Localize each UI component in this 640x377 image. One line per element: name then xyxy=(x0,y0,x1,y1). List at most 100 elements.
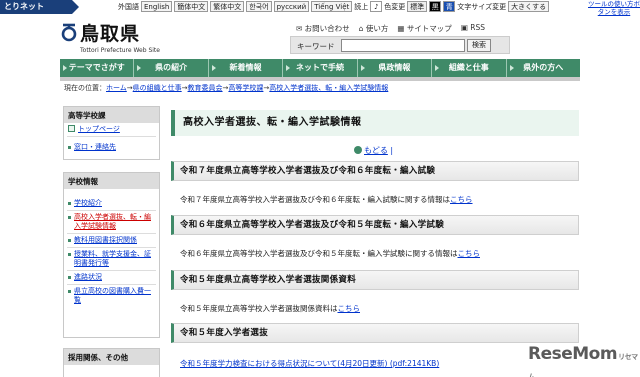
text-size-large-button[interactable]: 大きくする xyxy=(508,1,550,12)
breadcrumb-prefix: 現在の位置： xyxy=(64,84,106,92)
bullet-icon xyxy=(68,290,71,293)
sidebar-top-page-link[interactable]: トップページ xyxy=(64,123,159,136)
breadcrumb: 現在の位置：ホーム→県の組織と仕事→教育委員会→高等学校課→高校入学者選抜、転・… xyxy=(64,83,388,93)
lang-korean-button[interactable]: 한국어 xyxy=(246,1,272,12)
section-text-r7: 令和７年度県立高等学校入学者選抜及び令和６年度転・編入試験に関する情報はこちら xyxy=(180,194,473,205)
sidebar-item-textbook[interactable]: 教科用図書採択関係 xyxy=(64,234,159,247)
nav-prefecture-intro[interactable]: 県の紹介 xyxy=(134,59,209,77)
color-black-button[interactable]: 黒 xyxy=(429,1,442,12)
nav-organization[interactable]: 組織と仕事 xyxy=(432,59,507,77)
nav-arrow-icon xyxy=(360,65,365,71)
sidebar-item-entrance-exam[interactable]: 高校入学者選抜、転・編入学試験情報 xyxy=(64,211,159,233)
sidebar-item-label: 進路状況 xyxy=(74,273,102,281)
sidebar-item-tuition[interactable]: 授業料、就学支援金、証明書発行等 xyxy=(64,248,159,270)
header-links: ✉ お問い合わせ ⌂ 使い方 ▦ サイトマップ ▣ RSS xyxy=(296,23,485,34)
section-heading-r5-materials: 令和５年度県立高等学校入学者選抜関係資料 xyxy=(171,270,579,290)
sidebar-recruitment-title: 採用関係、その他 xyxy=(64,349,159,365)
sidebar-item-career[interactable]: 進路状況 xyxy=(64,271,159,284)
nav-label: 新着情報 xyxy=(229,63,262,72)
section-link-r5[interactable]: こちら xyxy=(338,304,361,313)
contact-link[interactable]: ✉ お問い合わせ xyxy=(296,23,350,34)
sidebar-school-info-box: 学校情報 学校紹介 高校入学者選抜、転・編入学試験情報 教科用図書採択関係 授業… xyxy=(63,172,160,338)
sidebar-item-label: 授業料、就学支援金、証明書発行等 xyxy=(74,250,151,267)
section-text-body: 令和６年度県立高等学校入学者選抜及び令和５年度転・編入学試験に関する情報は xyxy=(180,249,458,258)
breadcrumb-high-school-div[interactable]: 高等学校課 xyxy=(228,84,263,92)
text-size-label: 文字サイズ変更 xyxy=(457,2,507,11)
section-text-r5-selection: 令和５年度学力検査における得点状況について(4月20日更新) (pdf:2141… xyxy=(180,358,439,369)
tool-usage-toggle[interactable]: ツールの使い方ボタンを表示 xyxy=(588,0,640,16)
nav-label: 県外の方へ xyxy=(523,63,564,72)
color-blue-button[interactable]: 青 xyxy=(443,1,456,12)
speaker-icon: ♪ xyxy=(370,1,383,12)
back-label: もどる xyxy=(364,146,388,155)
sidebar-recruitment-box: 採用関係、その他 xyxy=(63,348,160,377)
nav-arrow-icon xyxy=(509,65,514,71)
top-utility-bar: とりネット 外国語 English 簡体中文 繁体中文 한국어 русский … xyxy=(0,0,640,16)
sidebar-item-label: 教科用図書採択関係 xyxy=(74,236,137,244)
sidebar-item-school-intro[interactable]: 学校紹介 xyxy=(64,197,159,210)
contact-link-label: お問い合わせ xyxy=(304,24,350,33)
nav-prefectural-info[interactable]: 県政情報 xyxy=(358,59,433,77)
nav-news[interactable]: 新着情報 xyxy=(209,59,284,77)
nav-online-procedures[interactable]: ネットで手続 xyxy=(283,59,358,77)
section-link-r7[interactable]: こちら xyxy=(450,195,473,204)
search-button[interactable]: 検索 xyxy=(467,39,491,52)
sidebar-top-page-label: トップページ xyxy=(78,125,120,133)
sidebar-divider xyxy=(67,136,156,137)
sitemap-link-label: サイトマップ xyxy=(406,24,452,33)
bullet-icon xyxy=(68,202,71,205)
score-status-pdf-link[interactable]: 令和５年度学力検査における得点状況について(4月20日更新) (pdf:2141… xyxy=(180,359,439,368)
bullet-icon xyxy=(68,276,71,279)
howto-link-label: 使い方 xyxy=(365,24,389,33)
foreign-language-label: 外国語 xyxy=(118,2,139,11)
search-input[interactable] xyxy=(341,39,465,52)
lang-russian-button[interactable]: русский xyxy=(273,1,310,12)
lang-english-button[interactable]: English xyxy=(141,1,173,12)
bullet-icon xyxy=(68,216,71,219)
resemom-watermark: ReseMomリセマム xyxy=(528,344,640,377)
breadcrumb-home[interactable]: ホーム xyxy=(106,84,127,92)
section-text-body: 令和５年度県立高等学校入学者選抜関係資料は xyxy=(180,304,338,313)
sidebar-item-label: 県立高校の図書購入費一覧 xyxy=(74,287,151,304)
section-heading-r6: 令和６年度県立高等学校入学者選抜及び令和５年度転・編入学試験 xyxy=(171,215,579,235)
lang-traditional-chinese-button[interactable]: 繁体中文 xyxy=(210,1,245,12)
rss-link[interactable]: ▣ RSS xyxy=(461,23,485,34)
sidebar-contact-link[interactable]: 窓口・連絡先 xyxy=(64,141,159,154)
breadcrumb-board-of-education[interactable]: 教育委員会 xyxy=(188,84,223,92)
nav-divider xyxy=(60,77,580,81)
brand-arrow xyxy=(72,0,79,14)
howto-link[interactable]: ⌂ 使い方 xyxy=(359,23,389,34)
section-link-r6[interactable]: こちら xyxy=(458,249,481,258)
sidebar-item-label: 高校入学者選抜、転・編入学試験情報 xyxy=(74,213,151,230)
lang-vietnamese-button[interactable]: Tiếng Việt xyxy=(311,1,353,12)
section-text-r6: 令和６年度県立高等学校入学者選抜及び令和５年度転・編入学試験に関する情報はこちら xyxy=(180,248,480,259)
back-circle-icon xyxy=(354,146,362,154)
search-label: キーワード xyxy=(297,42,335,51)
back-link[interactable]: もどる | xyxy=(354,145,393,156)
sidebar-contact-label: 窓口・連絡先 xyxy=(74,143,116,151)
home-icon xyxy=(68,125,75,132)
section-heading-r5-selection: 令和５年度入学者選抜 xyxy=(171,323,579,343)
nav-outside-visitors[interactable]: 県外の方へ xyxy=(507,59,580,77)
nav-theme-search[interactable]: テーマでさがす xyxy=(60,59,135,77)
site-logo[interactable]: 鳥取県 Tottori Prefecture Web Site xyxy=(60,18,200,58)
bullet-icon xyxy=(68,239,71,242)
color-standard-button[interactable]: 標準 xyxy=(407,1,428,12)
lang-simplified-chinese-button[interactable]: 簡体中文 xyxy=(174,1,209,12)
nav-arrow-icon xyxy=(211,65,216,71)
torinet-brand[interactable]: とりネット xyxy=(0,0,79,14)
watermark-main: ReseMom xyxy=(528,344,618,364)
sidebar-item-label: 学校紹介 xyxy=(74,199,102,207)
sitemap-link[interactable]: ▦ サイトマップ xyxy=(397,23,451,34)
bullet-icon xyxy=(68,253,71,256)
nav-arrow-icon xyxy=(137,65,142,71)
color-change-label: 色変更 xyxy=(384,2,406,11)
nav-arrow-icon xyxy=(286,65,291,71)
sidebar-division-title: 高等学校課 xyxy=(64,107,159,123)
nav-label: 組織と仕事 xyxy=(448,63,489,72)
sidebar-item-library-budget[interactable]: 県立高校の図書購入費一覧 xyxy=(64,285,159,307)
read-aloud-button[interactable]: 読上 xyxy=(354,2,368,12)
breadcrumb-org[interactable]: 県の組織と仕事 xyxy=(133,84,182,92)
nav-label: ネットで手続 xyxy=(295,63,344,72)
breadcrumb-current[interactable]: 高校入学者選抜、転・編入学試験情報 xyxy=(269,84,388,92)
